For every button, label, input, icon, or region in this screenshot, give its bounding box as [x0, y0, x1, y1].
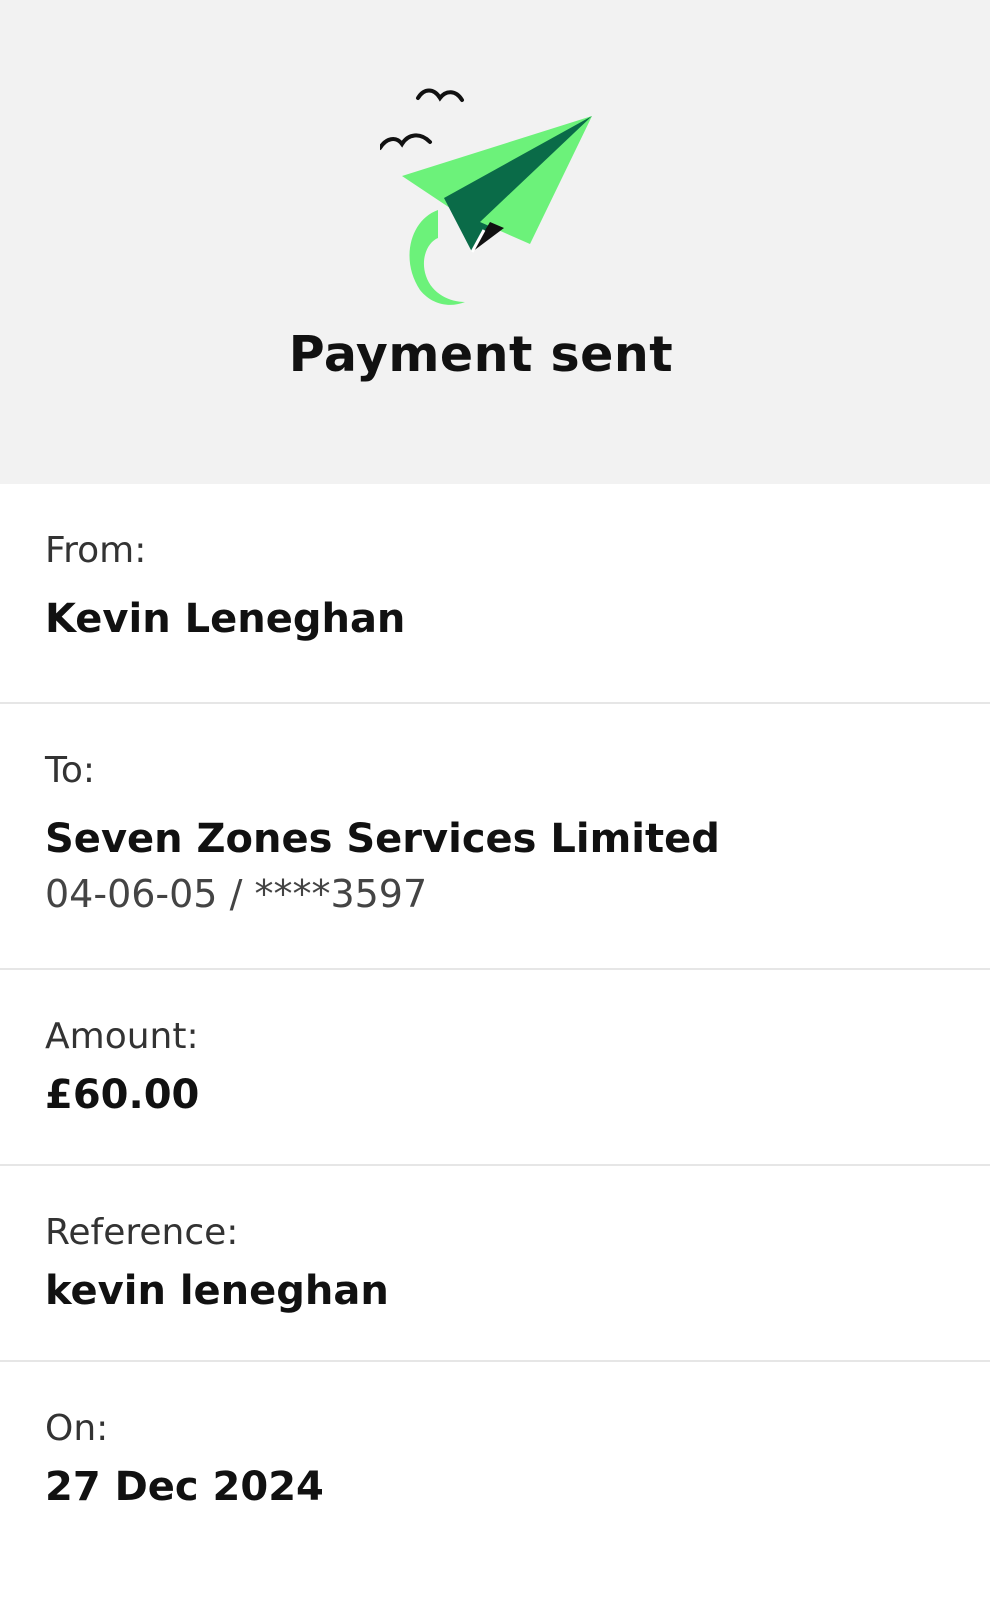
- page-title: Payment sent: [288, 326, 674, 383]
- amount-value: £60.00: [45, 1072, 200, 1118]
- payee-name: Seven Zones Services Limited: [45, 816, 720, 862]
- reference-value: kevin leneghan: [45, 1268, 389, 1314]
- to-label: To:: [45, 750, 96, 791]
- from-name: Kevin Leneghan: [45, 596, 406, 642]
- paper-plane-icon: [380, 80, 610, 310]
- from-section: From: Kevin Leneghan: [0, 484, 990, 704]
- reference-section: Reference: kevin leneghan: [0, 1166, 990, 1362]
- from-label: From:: [45, 530, 147, 571]
- date-section: On: 27 Dec 2024: [0, 1362, 990, 1600]
- amount-section: Amount: £60.00: [0, 970, 990, 1166]
- date-label: On:: [45, 1408, 109, 1449]
- amount-label: Amount:: [45, 1016, 199, 1057]
- to-section: To: Seven Zones Services Limited 04-06-0…: [0, 704, 990, 970]
- payment-date: 27 Dec 2024: [45, 1464, 324, 1510]
- reference-label: Reference:: [45, 1212, 239, 1253]
- payment-confirmation-screen: Payment sent From: Kevin Leneghan To: Se…: [0, 0, 990, 1600]
- payee-account: 04-06-05 / ****3597: [45, 872, 428, 916]
- confirmation-header: Payment sent: [0, 0, 990, 484]
